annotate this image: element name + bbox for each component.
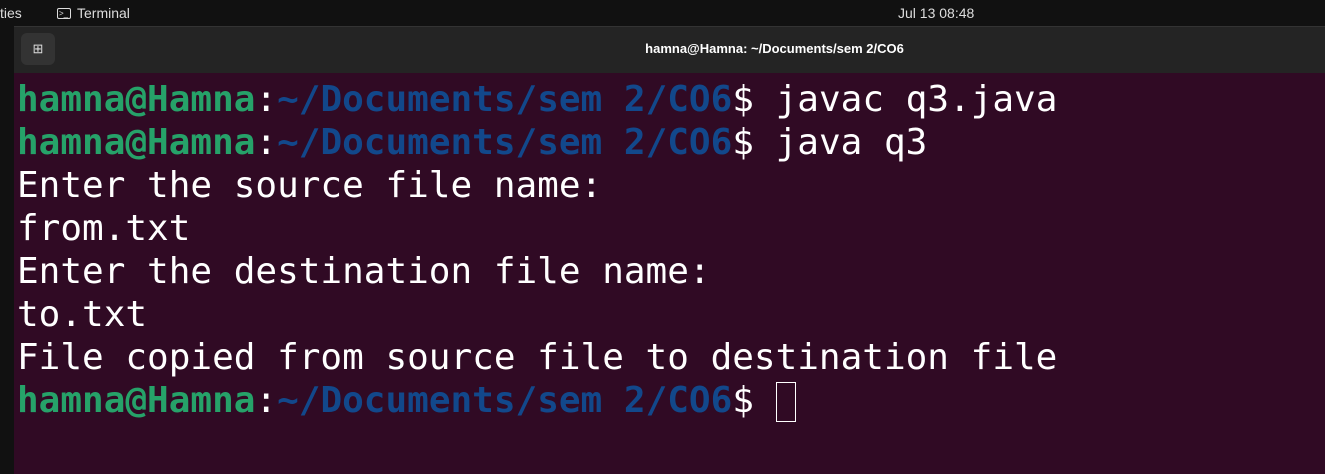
- prompt-sep: :: [255, 79, 278, 120]
- top-bar: ties >_ Terminal Jul 13 08:48: [0, 0, 1325, 26]
- activities-button[interactable]: ties: [0, 5, 22, 21]
- prompt-sep: :: [255, 380, 278, 421]
- output-line: File copied from source file to destinat…: [17, 337, 1058, 378]
- prompt-dollar: $: [732, 380, 776, 421]
- app-menu[interactable]: >_ Terminal: [57, 5, 130, 21]
- prompt-path: ~/Documents/sem 2/CO6: [277, 122, 733, 163]
- terminal-icon: >_: [57, 7, 71, 19]
- prompt-path: ~/Documents/sem 2/CO6: [277, 79, 733, 120]
- command: javac q3.java: [775, 79, 1058, 120]
- prompt-dollar: $: [732, 79, 776, 120]
- input-line: from.txt: [17, 208, 191, 249]
- prompt-user: hamna@Hamna: [17, 79, 256, 120]
- prompt-user: hamna@Hamna: [17, 380, 256, 421]
- terminal-output[interactable]: hamna@Hamna:~/Documents/sem 2/CO6$ javac…: [17, 78, 1057, 422]
- prompt-path: ~/Documents/sem 2/CO6: [277, 380, 733, 421]
- clock[interactable]: Jul 13 08:48: [898, 5, 974, 21]
- input-line: to.txt: [17, 294, 148, 335]
- output-line: Enter the source file name:: [17, 165, 603, 206]
- prompt-sep: :: [255, 122, 278, 163]
- prompt-user: hamna@Hamna: [17, 122, 256, 163]
- output-line: Enter the destination file name:: [17, 251, 711, 292]
- terminal-window: ⊞ hamna@Hamna: ~/Documents/sem 2/CO6 ham…: [14, 26, 1325, 474]
- line: hamna@Hamna:~/Documents/sem 2/CO6$ javac…: [17, 78, 1057, 121]
- line: hamna@Hamna:~/Documents/sem 2/CO6$ java …: [17, 121, 1057, 164]
- app-name: Terminal: [77, 5, 130, 21]
- line: hamna@Hamna:~/Documents/sem 2/CO6$: [17, 379, 1057, 422]
- cursor: [775, 382, 796, 422]
- window-title: hamna@Hamna: ~/Documents/sem 2/CO6: [645, 41, 904, 56]
- command: java q3: [775, 122, 928, 163]
- prompt-dollar: $: [732, 122, 776, 163]
- header-bar: ⊞ hamna@Hamna: ~/Documents/sem 2/CO6: [14, 26, 1325, 73]
